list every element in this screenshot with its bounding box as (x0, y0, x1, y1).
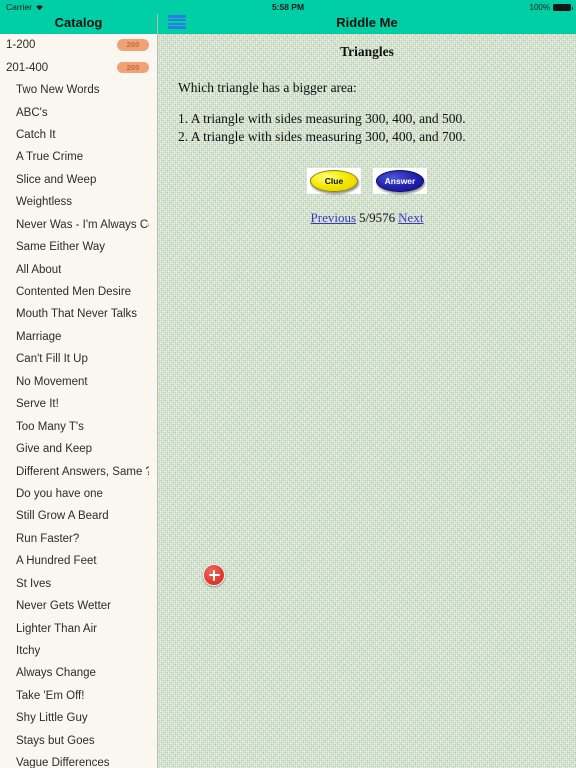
add-riddle-button[interactable] (203, 564, 225, 586)
page-counter: 5/9576 (359, 209, 396, 225)
sidebar-item[interactable]: Never Gets Wetter (0, 595, 157, 617)
battery-percent-label: 100% (529, 2, 550, 12)
sidebar-item-label: A Hundred Feet (16, 555, 97, 568)
sidebar-item[interactable]: A True Crime (0, 146, 157, 168)
sidebar-item[interactable]: Marriage (0, 326, 157, 348)
sidebar-list[interactable]: 1-200 200 201-400 200 Two New Words ABC's Catc… (0, 34, 157, 768)
sidebar-item-label: St Ives (16, 577, 52, 590)
sidebar-item[interactable]: Vague Differences (0, 752, 157, 768)
sidebar-item-label: Different Answers, Same ?'s (16, 465, 149, 478)
sidebar-item-label: Give and Keep (16, 443, 93, 456)
sidebar-item-label: A True Crime (16, 151, 84, 164)
sidebar-item-label: Contented Men Desire (16, 286, 132, 299)
sidebar-item[interactable]: ABC's (0, 101, 157, 123)
sidebar-item-label: Never Was - I'm Always Co (16, 218, 149, 231)
battery-icon (553, 3, 573, 11)
sidebar-item-label: All About (16, 263, 62, 276)
sidebar-item[interactable]: Same Either Way (0, 236, 157, 258)
sidebar-item[interactable]: Stays but Goes (0, 730, 157, 752)
sidebar-item-label: Stays but Goes (16, 734, 95, 747)
sidebar-item[interactable]: Mouth That Never Talks (0, 303, 157, 325)
sidebar-item-label: Catch It (16, 128, 56, 141)
sidebar-item[interactable]: Shy Little Guy (0, 707, 157, 729)
answer-button-frame: Answer (373, 167, 427, 194)
sidebar-item[interactable]: All About (0, 258, 157, 280)
sidebar-title: Catalog (54, 15, 103, 30)
clue-button-frame: Clue (307, 167, 361, 194)
hamburger-menu-icon[interactable] (168, 15, 186, 29)
sidebar-item[interactable]: Run Faster? (0, 528, 157, 550)
riddle-option-2: 2. A triangle with sides measuring 300, … (178, 128, 466, 144)
riddle-options: 1. A triangle with sides measuring 300, … (158, 110, 576, 146)
sidebar-item-label: Too Many T's (16, 420, 84, 433)
sidebar-item[interactable]: Lighter Than Air (0, 617, 157, 639)
sidebar-item-label: Marriage (16, 330, 62, 343)
sidebar-item[interactable]: Too Many T's (0, 415, 157, 437)
sidebar-group-badge: 200 (117, 39, 149, 51)
sidebar-item-label: Two New Words (16, 84, 100, 97)
sidebar-group-1-200[interactable]: 1-200 200 (0, 34, 157, 56)
pagination: Previous 5/9576 Next (158, 210, 576, 226)
sidebar-item[interactable]: Serve It! (0, 393, 157, 415)
status-bar-clock: 5:58 PM (271, 2, 305, 12)
next-link[interactable]: Next (398, 210, 423, 225)
previous-link[interactable]: Previous (311, 210, 357, 225)
sidebar-item-label: Same Either Way (16, 241, 106, 254)
riddle-title: Triangles (340, 44, 394, 59)
sidebar-item-label: No Movement (16, 375, 88, 388)
sidebar-item[interactable]: Weightless (0, 191, 157, 213)
sidebar-item-label: Lighter Than Air (16, 622, 97, 635)
sidebar-item[interactable]: A Hundred Feet (0, 550, 157, 572)
sidebar-item-label: Itchy (16, 645, 41, 658)
sidebar-item-label: Always Change (16, 667, 96, 680)
sidebar-item-label: Mouth That Never Talks (16, 308, 138, 321)
sidebar-item-label: Serve It! (16, 398, 59, 411)
sidebar-item[interactable]: Contented Men Desire (0, 281, 157, 303)
sidebar-item-label: Can't Fill It Up (16, 353, 88, 366)
sidebar-item[interactable]: Still Grow A Beard (0, 505, 157, 527)
riddle-question: Which triangle has a bigger area: (178, 80, 357, 95)
sidebar-item[interactable]: Take 'Em Off! (0, 685, 157, 707)
sidebar-item-label: Do you have one (16, 487, 103, 500)
sidebar-item[interactable]: No Movement (0, 371, 157, 393)
sidebar-group-label: 1-200 (6, 39, 36, 52)
sidebar-group-201-400[interactable]: 201-400 200 (0, 56, 157, 78)
sidebar-item-label: ABC's (16, 106, 48, 119)
sidebar-item[interactable]: Never Was - I'm Always Co (0, 214, 157, 236)
sidebar: Catalog 1-200 200 201-400 200 Two New Words A… (0, 0, 158, 768)
main-panel: Riddle Me Triangles Which triangle has a… (158, 0, 576, 768)
riddle-option-1: 1. A triangle with sides measuring 300, … (178, 111, 466, 126)
sidebar-item[interactable]: Always Change (0, 662, 157, 684)
sidebar-item[interactable]: Itchy (0, 640, 157, 662)
sidebar-item[interactable]: St Ives (0, 573, 157, 595)
sidebar-item-label: Take 'Em Off! (16, 689, 85, 702)
sidebar-item[interactable]: Can't Fill It Up (0, 348, 157, 370)
sidebar-item[interactable]: Do you have one (0, 483, 157, 505)
status-bar-right: 100% (529, 2, 573, 12)
plus-icon-vertical (212, 569, 216, 581)
riddle-actions: Clue Answer (158, 167, 576, 194)
sidebar-item[interactable]: Give and Keep (0, 438, 157, 460)
sidebar-item[interactable]: Different Answers, Same ?'s (0, 460, 157, 482)
sidebar-item-label: Run Faster? (16, 532, 80, 545)
sidebar-item[interactable]: Slice and Weep (0, 169, 157, 191)
sidebar-group-badge: 200 (117, 61, 149, 74)
sidebar-item-label: Still Grow A Beard (16, 510, 109, 523)
answer-button[interactable]: Answer (376, 169, 424, 192)
sidebar-item-label: Weightless (16, 196, 73, 209)
clue-button[interactable]: Clue (310, 169, 358, 192)
sidebar-item-label: Slice and Weep (16, 173, 97, 186)
page-title: Riddle Me (336, 15, 398, 30)
status-bar: Carrier 5:58 PM 100% (0, 0, 576, 14)
sidebar-item-label: Vague Differences (16, 757, 110, 768)
riddle-content: Triangles Which triangle has a bigger ar… (158, 34, 576, 768)
sidebar-item[interactable]: Catch It (0, 124, 157, 146)
app-root: Carrier 5:58 PM 100% Catalog 1-200 200 201… (0, 0, 576, 768)
sidebar-item[interactable]: Two New Words (0, 79, 157, 101)
sidebar-group-label: 201-400 (6, 61, 49, 74)
sidebar-item-label: Never Gets Wetter (16, 600, 112, 613)
sidebar-item-label: Shy Little Guy (16, 712, 88, 725)
